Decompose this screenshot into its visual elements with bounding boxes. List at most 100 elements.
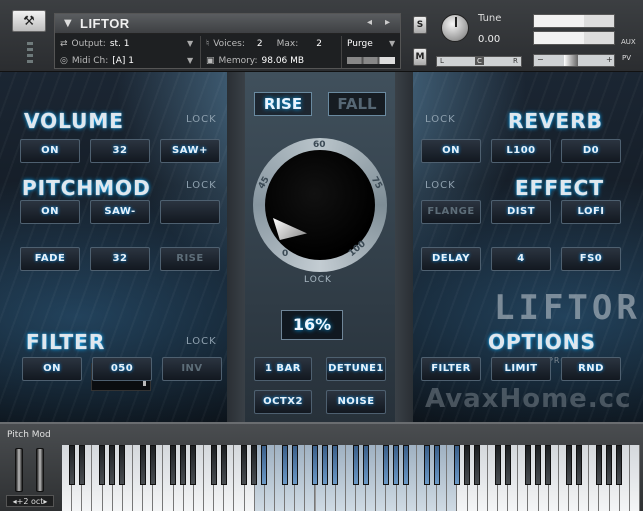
black-key[interactable] bbox=[403, 445, 410, 485]
fade-button[interactable]: FADE bbox=[20, 247, 80, 271]
black-key[interactable] bbox=[241, 445, 248, 485]
pitchmod-shape-button[interactable]: SAW- bbox=[90, 200, 150, 224]
dist-button[interactable]: DIST bbox=[491, 200, 551, 224]
prev-instrument-icon[interactable]: ◂ bbox=[367, 17, 372, 28]
detune-button[interactable]: DETUNE1 bbox=[326, 357, 386, 381]
black-key[interactable] bbox=[352, 445, 359, 485]
pitchmod-extra-button[interactable] bbox=[160, 200, 220, 224]
volume-shape-button[interactable]: SAW+ bbox=[160, 139, 220, 163]
wrench-icon[interactable]: ⚒ bbox=[12, 10, 46, 32]
reverb-decay-button[interactable]: D0 bbox=[561, 139, 621, 163]
black-key[interactable] bbox=[291, 445, 298, 485]
black-key[interactable] bbox=[524, 445, 531, 485]
black-key[interactable] bbox=[382, 445, 389, 485]
bar-length-button[interactable]: 1 BAR bbox=[254, 357, 312, 381]
black-key[interactable] bbox=[332, 445, 339, 485]
tune-knob[interactable] bbox=[441, 14, 469, 42]
aux-label[interactable]: AUX bbox=[621, 38, 636, 46]
volume-on-button[interactable]: ON bbox=[20, 139, 80, 163]
octave-shift-control[interactable]: ◂+2 oct▸ bbox=[6, 495, 54, 507]
black-key[interactable] bbox=[119, 445, 126, 485]
black-key[interactable] bbox=[494, 445, 501, 485]
black-key[interactable] bbox=[535, 445, 542, 485]
options-rnd-button[interactable]: RND bbox=[561, 357, 621, 381]
next-instrument-icon[interactable]: ▸ bbox=[385, 17, 390, 28]
white-key[interactable] bbox=[629, 445, 640, 511]
voices-value[interactable]: 2 bbox=[257, 39, 263, 49]
delay-value-button[interactable]: 4 bbox=[491, 247, 551, 271]
volume-slider[interactable]: − + bbox=[533, 54, 615, 67]
black-key[interactable] bbox=[575, 445, 582, 485]
black-key[interactable] bbox=[109, 445, 116, 485]
output-row[interactable]: ⇄ Output: st. 1 bbox=[60, 36, 134, 51]
collapse-triangle-icon[interactable]: ▼ bbox=[64, 18, 72, 29]
black-key[interactable] bbox=[149, 445, 156, 485]
black-key[interactable] bbox=[210, 445, 217, 485]
black-key[interactable] bbox=[251, 445, 258, 485]
black-key[interactable] bbox=[504, 445, 511, 485]
black-key[interactable] bbox=[474, 445, 481, 485]
reverb-on-button[interactable]: ON bbox=[421, 139, 481, 163]
black-key[interactable] bbox=[312, 445, 318, 485]
black-key[interactable] bbox=[545, 445, 552, 485]
black-key[interactable] bbox=[464, 445, 471, 485]
volume-rate-button[interactable]: 32 bbox=[90, 139, 150, 163]
noise-button[interactable]: NOISE bbox=[326, 390, 386, 414]
tune-value[interactable]: 0.00 bbox=[478, 34, 500, 45]
output-dropdown-icon[interactable]: ▼ bbox=[187, 39, 193, 48]
voices-row[interactable]: ♮ Voices: 2 Max: 2 bbox=[206, 36, 326, 51]
purge-dropdown-icon[interactable]: ▼ bbox=[389, 39, 395, 48]
reverb-lock[interactable]: LOCK bbox=[425, 114, 456, 125]
purge-row[interactable]: Purge bbox=[347, 36, 377, 51]
black-key[interactable] bbox=[281, 445, 288, 485]
flange-button[interactable]: FLANGE bbox=[421, 200, 481, 224]
mod-wheel[interactable] bbox=[36, 448, 44, 492]
black-key[interactable] bbox=[595, 445, 602, 485]
pitchmod-on-button[interactable]: ON bbox=[20, 200, 80, 224]
fall-button[interactable]: FALL bbox=[328, 92, 386, 116]
black-key[interactable] bbox=[322, 445, 329, 485]
pan-center-label[interactable]: C bbox=[475, 57, 484, 65]
options-filter-button[interactable]: FILTER bbox=[421, 357, 481, 381]
solo-button[interactable]: S bbox=[413, 16, 427, 34]
black-key[interactable] bbox=[78, 445, 85, 485]
instrument-name[interactable]: LIFTOR bbox=[80, 16, 130, 31]
options-limit-button[interactable]: LIMIT bbox=[491, 357, 551, 381]
filter-invert-button[interactable]: INV bbox=[162, 357, 222, 381]
black-key[interactable] bbox=[139, 445, 146, 485]
black-key[interactable] bbox=[190, 445, 197, 485]
fs-button[interactable]: FS0 bbox=[561, 247, 621, 271]
black-key[interactable] bbox=[606, 445, 613, 485]
midi-dropdown-icon[interactable]: ▼ bbox=[187, 56, 193, 65]
black-key[interactable] bbox=[68, 445, 75, 485]
fade-value-button[interactable]: 32 bbox=[90, 247, 150, 271]
rise-button[interactable]: RISE bbox=[254, 92, 312, 116]
mute-button[interactable]: M bbox=[413, 48, 427, 66]
black-key[interactable] bbox=[170, 445, 177, 485]
volume-lock[interactable]: LOCK bbox=[186, 114, 217, 125]
black-key[interactable] bbox=[565, 445, 572, 485]
volume-handle[interactable] bbox=[564, 55, 578, 66]
black-key[interactable] bbox=[453, 445, 460, 485]
pitchmod-lock[interactable]: LOCK bbox=[186, 180, 217, 191]
reverb-length-button[interactable]: L100 bbox=[491, 139, 551, 163]
drag-handle-icon[interactable] bbox=[27, 42, 33, 64]
max-value[interactable]: 2 bbox=[316, 39, 322, 49]
black-key[interactable] bbox=[616, 445, 623, 485]
black-key[interactable] bbox=[261, 445, 268, 485]
delay-button[interactable]: DELAY bbox=[421, 247, 481, 271]
purge-label[interactable]: Purge bbox=[347, 39, 373, 49]
black-key[interactable] bbox=[362, 445, 369, 485]
percent-display[interactable]: 16% bbox=[281, 310, 343, 340]
pitch-wheel[interactable] bbox=[15, 448, 23, 492]
black-key[interactable] bbox=[423, 445, 430, 485]
octave-button[interactable]: OCTX2 bbox=[254, 390, 312, 414]
output-value[interactable]: st. 1 bbox=[110, 39, 130, 49]
effect-lock[interactable]: LOCK bbox=[425, 180, 456, 191]
midi-row[interactable]: ◎ Midi Ch: [A] 1 bbox=[60, 53, 138, 68]
pv-label[interactable]: PV bbox=[622, 54, 631, 62]
piano-keyboard[interactable] bbox=[62, 445, 640, 511]
black-key[interactable] bbox=[433, 445, 440, 485]
dial-lock-label[interactable]: LOCK bbox=[304, 275, 332, 285]
filter-on-button[interactable]: ON bbox=[22, 357, 82, 381]
